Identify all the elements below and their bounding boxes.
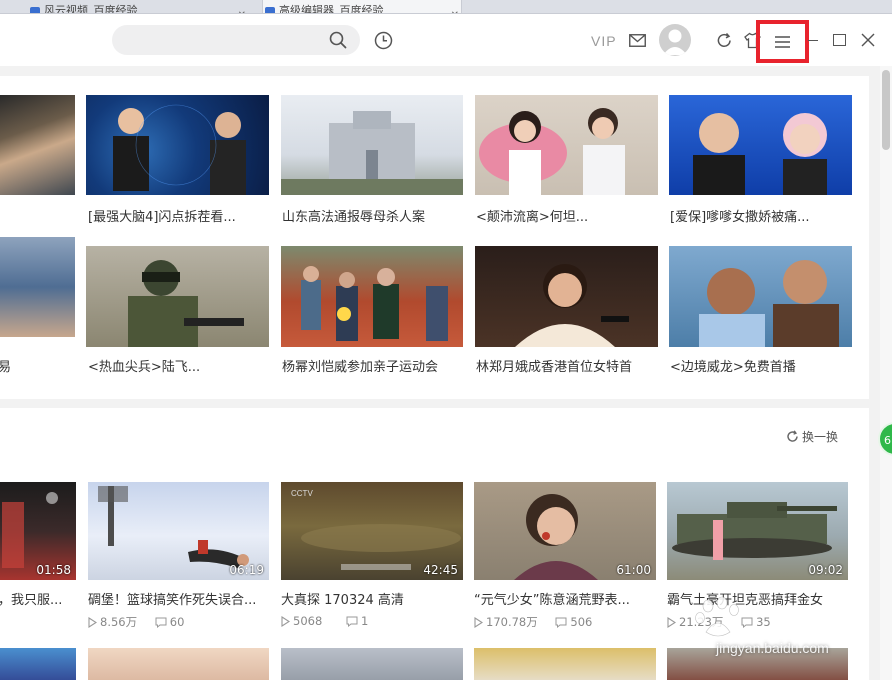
main-menu-button[interactable] [756, 20, 809, 63]
browser-tab-1-label: 风云视频_百度经验 [44, 4, 138, 14]
view-count: 5068 [293, 614, 323, 628]
video-thumbnail[interactable] [88, 648, 269, 680]
video-player-app: VIP [最强大脑4]闪点拆茬看... 山东高法通报辱母杀人案 <颠沛流离>何坦… [0, 14, 892, 680]
video-thumbnail[interactable]: 06:19 [88, 482, 269, 580]
play-count-icon [88, 617, 97, 628]
video-title[interactable]: [最强大脑4]闪点拆茬看... [88, 206, 268, 225]
video-duration: 42:45 [423, 563, 458, 577]
refresh-list-label: 换一换 [802, 430, 839, 444]
view-count: 170.78万 [486, 615, 538, 629]
app-titlebar: VIP [0, 14, 892, 66]
comment-icon [155, 617, 167, 628]
content-area: [最强大脑4]闪点拆茬看... 山东高法通报辱母杀人案 <颠沛流离>何坦... … [0, 66, 880, 680]
video-stats: 5068 1 [281, 614, 368, 628]
video-thumbnail[interactable]: 01:58 [0, 482, 76, 580]
refresh-list-button[interactable]: 换一换 [786, 428, 838, 445]
video-duration: 61:00 [616, 563, 651, 577]
clock-icon[interactable] [374, 31, 393, 50]
baidu-paw-icon [265, 7, 275, 13]
svg-text:CCTV: CCTV [291, 489, 313, 498]
video-title[interactable]: [爱保]嗲嗲女撒娇被痛... [670, 206, 850, 225]
refresh-icon [787, 430, 798, 442]
video-thumbnail[interactable] [86, 246, 269, 347]
scrollbar-thumb[interactable] [882, 70, 890, 150]
video-stats: 8.56万 60 [88, 614, 184, 630]
tab-close-icon[interactable]: ✕ [238, 5, 246, 13]
vip-link[interactable]: VIP [591, 33, 617, 49]
comment-icon [346, 616, 358, 627]
browser-tab-2[interactable]: 高级编辑器_百度经验 ✕ [262, 0, 462, 14]
video-thumbnail[interactable] [0, 237, 75, 337]
baidu-paw-icon [30, 7, 40, 13]
video-duration: 06:19 [229, 563, 264, 577]
comment-icon [555, 617, 567, 628]
video-title[interactable]: <边境威龙>免费首播 [670, 356, 850, 375]
video-thumbnail[interactable] [474, 648, 656, 680]
video-duration: 01:58 [36, 563, 71, 577]
play-count-icon [281, 616, 290, 627]
video-title[interactable]: <颠沛流离>何坦... [476, 206, 656, 225]
video-thumbnail[interactable]: CCTV 42:45 [281, 482, 463, 580]
play-count-icon [474, 617, 483, 628]
avatar[interactable] [659, 24, 691, 56]
comment-count: 506 [570, 615, 593, 629]
video-thumbnail[interactable] [669, 246, 852, 347]
watermark-url: jingyan.baidu.com [716, 640, 829, 656]
refresh-icon[interactable] [716, 32, 733, 49]
view-count: 8.56万 [100, 615, 138, 629]
video-thumbnail[interactable]: 61:00 [474, 482, 656, 580]
comment-count: 1 [360, 614, 369, 628]
search-icon[interactable] [329, 31, 347, 49]
featured-section: [最强大脑4]闪点拆茬看... 山东高法通报辱母杀人案 <颠沛流离>何坦... … [0, 76, 869, 399]
video-title[interactable]: ，我只服... [0, 589, 76, 608]
video-thumbnail[interactable] [0, 648, 76, 680]
video-thumbnail[interactable] [475, 246, 658, 347]
video-title[interactable]: “元气少女”陈意涵荒野表... [474, 589, 654, 608]
video-title[interactable]: 大真探 170324 高清 [281, 589, 461, 608]
video-thumbnail[interactable]: 09:02 [667, 482, 848, 580]
video-thumbnail[interactable] [0, 95, 75, 195]
maximize-icon[interactable] [833, 34, 846, 46]
video-title[interactable]: <热血尖兵>陆飞... [88, 356, 268, 375]
mail-icon[interactable] [629, 34, 646, 47]
video-thumbnail[interactable] [281, 95, 463, 195]
browser-tab-strip: 风云视频_百度经验 ✕ 高级编辑器_百度经验 ✕ [0, 0, 892, 14]
video-thumbnail[interactable] [86, 95, 269, 195]
video-stats: 170.78万 506 [474, 614, 592, 630]
video-title[interactable]: 山东高法通报辱母杀人案 [282, 206, 462, 225]
minimize-icon[interactable] [808, 40, 818, 41]
play-count-icon [667, 617, 676, 628]
search-input[interactable] [112, 25, 360, 55]
video-thumbnail[interactable] [281, 648, 463, 680]
browser-tab-2-label: 高级编辑器_百度经验 [279, 4, 384, 14]
comment-count: 60 [169, 615, 185, 629]
video-title[interactable]: 碉堡！篮球搞笑作死失误合... [88, 589, 268, 608]
video-duration: 09:02 [808, 563, 843, 577]
video-title[interactable]: 林郑月娥成香港首位女特首 [476, 356, 656, 375]
video-thumbnail[interactable] [281, 246, 463, 347]
scrollbar[interactable] [880, 66, 892, 680]
video-thumbnail[interactable] [475, 95, 658, 195]
hamburger-icon [775, 36, 790, 48]
video-title[interactable]: 易 [0, 356, 18, 375]
browser-tab-1[interactable]: 风云视频_百度经验 ✕ [28, 0, 248, 14]
baidu-jingyan-watermark: jingyan.baidu.com [692, 596, 882, 676]
video-thumbnail[interactable] [669, 95, 852, 195]
baidu-paw-logo [695, 596, 739, 637]
close-icon[interactable] [861, 33, 875, 47]
tab-close-icon[interactable]: ✕ [451, 5, 459, 13]
video-title[interactable]: 杨幂刘恺威参加亲子运动会 [282, 356, 462, 375]
